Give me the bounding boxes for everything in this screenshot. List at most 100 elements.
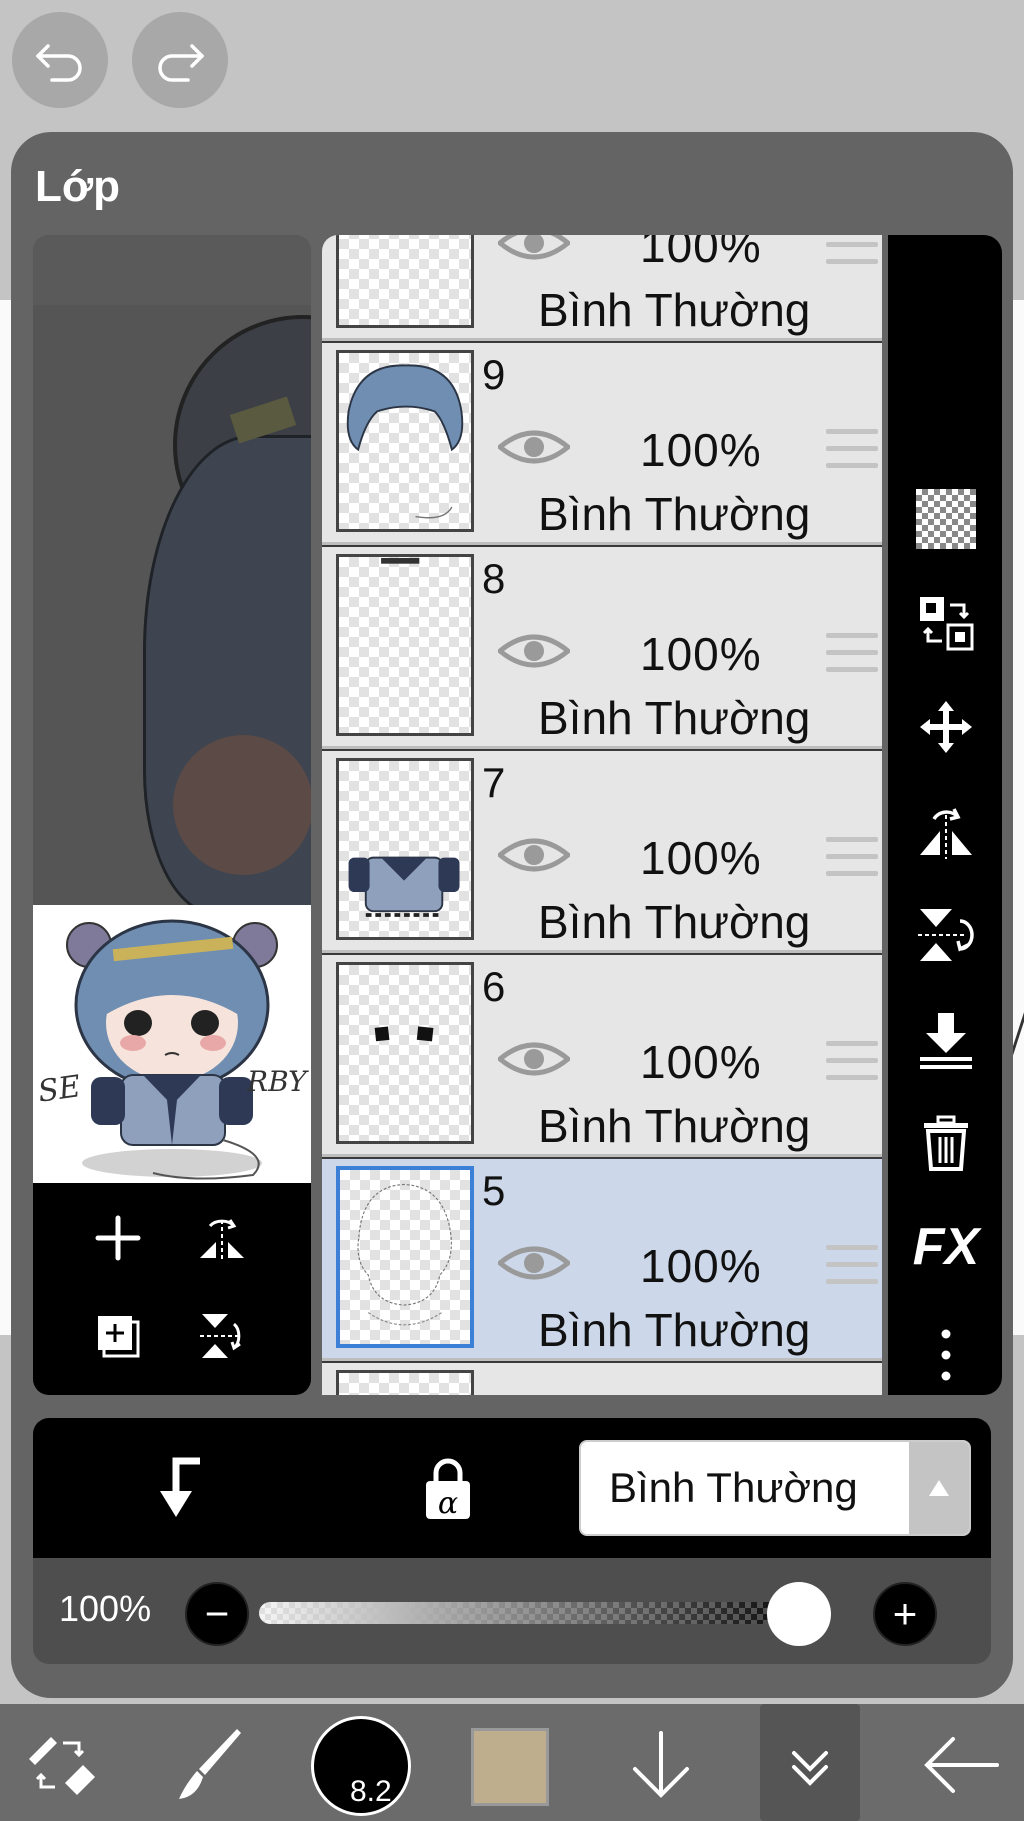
layer-opacity: 100% <box>640 424 762 476</box>
layer-preview-column: SE RBY <box>33 235 311 1395</box>
layer-blend-mode: Bình Thường <box>538 692 811 744</box>
transparency-button[interactable] <box>916 487 976 551</box>
layer-opacity: 100% <box>640 628 762 680</box>
double-chevron-down-icon <box>792 1750 828 1786</box>
outline-layer-art <box>357 1183 452 1326</box>
layer-thumbnail <box>336 350 474 532</box>
alpha-lock-button[interactable]: α <box>413 1454 483 1524</box>
fx-label: FX <box>912 1218 980 1276</box>
drag-handle-icon[interactable] <box>826 1041 878 1081</box>
minus-icon: − <box>204 1590 230 1637</box>
duplicate-layer-button[interactable] <box>83 1301 153 1371</box>
fx-button[interactable]: FX <box>912 1215 980 1279</box>
brush-tool-button[interactable] <box>166 1720 256 1810</box>
delete-layer-button[interactable] <box>916 1111 976 1175</box>
flip-horizontal-icon <box>920 808 972 859</box>
layer-opacity: 100% <box>640 1240 762 1292</box>
layer-thumbnail <box>336 554 474 736</box>
canvas-zoom-preview <box>33 305 311 905</box>
plus-icon: + <box>892 1590 918 1637</box>
flip-horizontal-icon <box>200 1219 244 1260</box>
layer-thumbnail <box>336 758 474 940</box>
layer-number: 6 <box>482 963 506 1010</box>
layer-tools-grid <box>33 1183 311 1395</box>
merge-down-button[interactable] <box>916 1007 976 1071</box>
plus-icon <box>95 1215 141 1261</box>
checkerboard-icon <box>916 489 976 549</box>
layer-row[interactable]: 6 100% Bình Thường <box>322 955 882 1157</box>
add-layer-button[interactable] <box>83 1203 153 1273</box>
swap-icon <box>920 597 974 651</box>
drag-handle-icon[interactable] <box>826 235 878 265</box>
arrow-down-button[interactable] <box>616 1720 706 1810</box>
layer-row[interactable]: 8 100% Bình Thường <box>322 547 882 749</box>
layer-list[interactable]: 100% Bình Thường 9 100% Bình Thường 8 10… <box>322 235 882 1395</box>
drag-handle-icon[interactable] <box>826 429 878 469</box>
layer-blend-mode: Bình Thường <box>538 896 811 948</box>
layer-thumbnail <box>336 962 474 1144</box>
brush-size-indicator[interactable]: 8.2 <box>311 1716 411 1816</box>
drag-handle-icon[interactable] <box>826 633 878 673</box>
flip-horizontal-layer-button[interactable] <box>916 799 976 863</box>
layer-row[interactable] <box>322 1363 882 1395</box>
eyes-layer-art <box>374 1026 434 1042</box>
tool-switch-button[interactable] <box>16 1720 106 1810</box>
flip-vertical-button[interactable] <box>187 1301 257 1371</box>
chibi-character-image: SE RBY <box>36 919 309 1180</box>
flip-vertical-layer-button[interactable] <box>916 903 976 967</box>
layer-row[interactable]: 7 100% Bình Thường <box>322 751 882 953</box>
layer-row-selected[interactable]: 5 100% Bình Thường <box>322 1159 882 1361</box>
color-swatch[interactable] <box>471 1728 549 1806</box>
layer-art <box>381 557 420 564</box>
redo-button[interactable] <box>132 12 228 108</box>
visibility-eye-icon[interactable] <box>498 1241 570 1285</box>
redo-icon <box>158 44 204 82</box>
layer-thumbnail <box>336 1166 474 1348</box>
more-options-button[interactable] <box>916 1315 976 1395</box>
move-arrows-icon <box>920 701 972 753</box>
visibility-eye-icon[interactable] <box>498 833 570 877</box>
layer-row[interactable]: 100% Bình Thường <box>322 235 882 341</box>
visibility-eye-icon[interactable] <box>498 425 570 469</box>
opacity-slider-track[interactable] <box>259 1602 819 1624</box>
blend-mode-dropdown[interactable]: Bình Thường <box>579 1440 971 1536</box>
clipping-arrow-icon <box>160 1457 200 1517</box>
art-skin <box>173 735 311 875</box>
drag-handle-icon[interactable] <box>826 837 878 877</box>
flip-horizontal-button[interactable] <box>187 1203 257 1273</box>
brush-size-value: 8.2 <box>350 1775 392 1808</box>
slider-checker <box>259 1602 819 1624</box>
layer-blend-mode: Bình Thường <box>538 1304 811 1356</box>
app-screen: Lớp SE RBY 100% Bình Thường 9 100% Bình … <box>0 0 1024 1821</box>
alpha-lock-icon: α <box>426 1458 470 1521</box>
dropdown-arrow-icon <box>909 1442 969 1534</box>
opacity-increase-button[interactable]: + <box>873 1582 937 1646</box>
layers-collapse-button[interactable] <box>760 1704 860 1821</box>
visibility-eye-icon[interactable] <box>498 1037 570 1081</box>
layer-actions-toolbar: FX <box>888 235 1002 1395</box>
layer-row[interactable]: 9 100% Bình Thường <box>322 343 882 545</box>
layer-number: 5 <box>482 1167 506 1214</box>
canvas-thumbnail[interactable]: SE RBY <box>33 905 311 1183</box>
visibility-eye-icon[interactable] <box>498 629 570 673</box>
layer-blend-mode: Bình Thường <box>538 488 811 540</box>
visibility-eye-icon[interactable] <box>498 235 570 265</box>
clipping-button[interactable] <box>141 1454 211 1524</box>
arrow-left-icon <box>924 1737 999 1793</box>
move-button[interactable] <box>916 695 976 759</box>
layer-number: 8 <box>482 555 506 602</box>
undo-icon <box>36 44 82 82</box>
layer-panel: Lớp SE RBY 100% Bình Thường 9 100% Bình … <box>11 132 1013 1698</box>
brush-icon <box>179 1729 241 1799</box>
flip-vertical-icon <box>200 1314 241 1358</box>
swap-layer-button[interactable] <box>916 591 976 655</box>
layer-thumbnail <box>336 235 474 328</box>
svg-text:SE: SE <box>36 1069 83 1110</box>
back-button[interactable] <box>916 1720 1006 1810</box>
layer-number: 7 <box>482 759 506 806</box>
opacity-slider-thumb[interactable] <box>767 1582 831 1646</box>
flip-vertical-icon <box>918 909 974 961</box>
drag-handle-icon[interactable] <box>826 1245 878 1285</box>
opacity-decrease-button[interactable]: − <box>185 1582 249 1646</box>
undo-button[interactable] <box>12 12 108 108</box>
